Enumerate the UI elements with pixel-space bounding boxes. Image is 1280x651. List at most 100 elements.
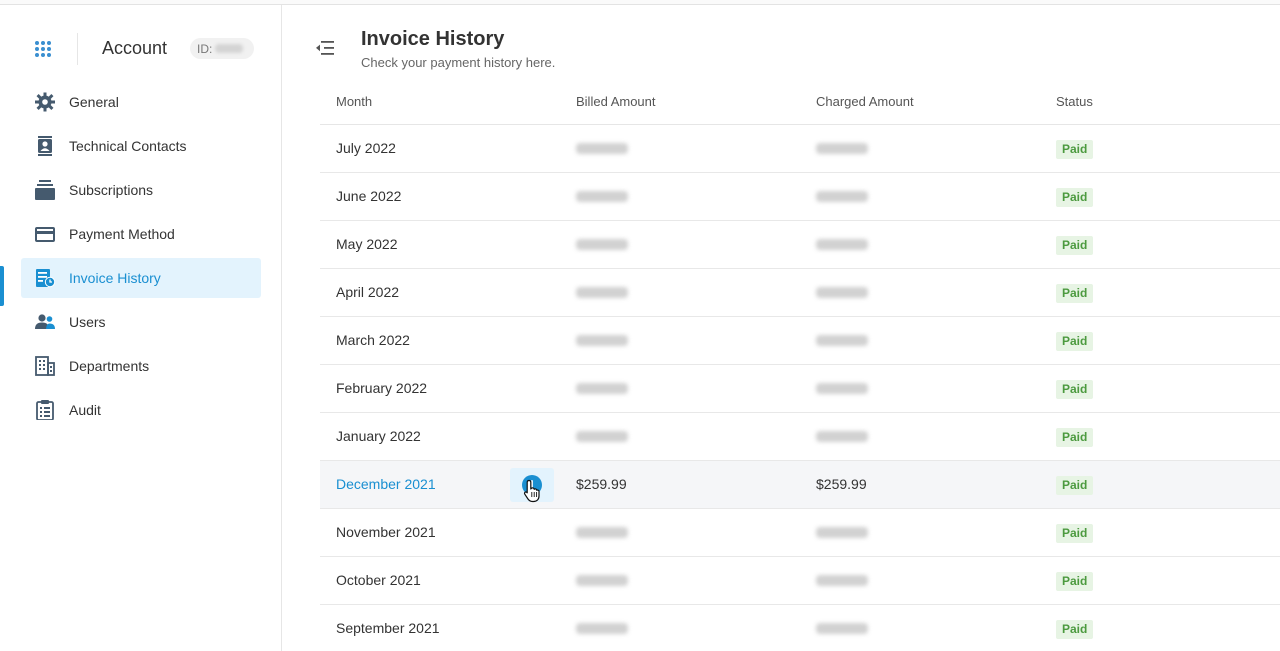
account-id-redacted <box>215 44 244 53</box>
table-row[interactable]: January 2022 Paid <box>320 413 1280 461</box>
billed-amount-cell <box>576 284 628 301</box>
account-title: Account <box>102 38 168 58</box>
redacted-value <box>576 431 628 442</box>
status-badge: Paid <box>1056 284 1094 303</box>
sidebar-item-technical-contacts[interactable]: Technical Contacts <box>21 126 261 166</box>
sidebar-header: Account ID: <box>0 25 282 71</box>
sidebar-item-subscriptions[interactable]: Subscriptions <box>21 170 261 210</box>
redacted-value <box>576 287 628 298</box>
redacted-value <box>816 623 868 634</box>
contact-card-icon <box>38 136 52 156</box>
apps-grid-icon[interactable] <box>34 40 52 58</box>
stack-icon <box>35 180 55 200</box>
table-row[interactable]: March 2022 Paid <box>320 317 1280 365</box>
status-badge: Paid <box>1056 332 1094 351</box>
table-row[interactable]: July 2022 Paid <box>320 125 1280 173</box>
column-header-billed-amount: Billed Amount <box>576 94 656 109</box>
sidebar-item-users[interactable]: Users <box>21 302 261 342</box>
column-header-month: Month <box>336 94 373 109</box>
table-row[interactable]: February 2022 Paid <box>320 365 1280 413</box>
status-badge: Paid <box>1056 572 1094 591</box>
page-subtitle: Check your payment history here. <box>361 55 556 70</box>
redacted-value <box>576 527 628 538</box>
month-cell: July 2022 <box>336 140 396 156</box>
column-header-charged-amount: Charged Amount <box>816 94 914 109</box>
sidebar-item-label: Payment Method <box>69 226 175 242</box>
table-row-hovered[interactable]: December 2021 $259.99 $259.99 Paid <box>320 461 1280 509</box>
billed-amount-cell <box>576 428 628 445</box>
building-icon <box>35 356 55 376</box>
redacted-value <box>816 575 868 586</box>
redacted-value <box>576 335 628 346</box>
sidebar-item-label: Audit <box>69 402 101 418</box>
charged-amount-cell <box>816 284 868 301</box>
month-cell: September 2021 <box>336 620 440 636</box>
status-badge: Paid <box>1056 428 1094 447</box>
table-row[interactable]: September 2021 Paid <box>320 605 1280 651</box>
charged-amount-cell <box>816 524 868 541</box>
charged-amount-cell <box>816 140 868 157</box>
redacted-value <box>576 623 628 634</box>
account-id-label: ID: <box>197 41 213 56</box>
redacted-value <box>816 287 868 298</box>
redacted-value <box>816 191 868 202</box>
sidebar-item-label: Invoice History <box>69 270 161 286</box>
charged-amount-cell: $259.99 <box>816 476 867 492</box>
gear-icon <box>35 92 55 112</box>
sidebar-item-invoice-history[interactable]: Invoice History <box>21 258 261 298</box>
sidebar: Account ID: General Technical Contacts S… <box>0 5 282 651</box>
sidebar-item-general[interactable]: General <box>21 82 261 122</box>
redacted-value <box>816 239 868 250</box>
sidebar-nav: General Technical Contacts Subscriptions <box>0 82 282 434</box>
billed-amount-cell <box>576 620 628 637</box>
collapse-sidebar-icon[interactable] <box>315 40 335 56</box>
redacted-value <box>576 143 628 154</box>
table-row[interactable]: October 2021 Paid <box>320 557 1280 605</box>
billed-amount-cell <box>576 572 628 589</box>
redacted-value <box>576 239 628 250</box>
status-badge: Paid <box>1056 524 1094 543</box>
charged-amount-cell <box>816 572 868 589</box>
sidebar-item-payment-method[interactable]: Payment Method <box>21 214 261 254</box>
hand-pointer-cursor <box>523 479 540 503</box>
sidebar-item-label: Subscriptions <box>69 182 154 198</box>
table-row[interactable]: April 2022 Paid <box>320 269 1280 317</box>
charged-amount-cell <box>816 620 868 637</box>
billed-amount-cell <box>576 236 628 253</box>
clipboard-icon <box>36 400 54 420</box>
table-row[interactable]: June 2022 Paid <box>320 173 1280 221</box>
month-cell: June 2022 <box>336 188 402 204</box>
month-cell: May 2022 <box>336 236 398 252</box>
charged-amount-cell <box>816 428 868 445</box>
month-cell: October 2021 <box>336 572 421 588</box>
sidebar-item-label: Users <box>69 314 106 330</box>
sidebar-item-label: General <box>69 94 119 110</box>
sidebar-item-label: Technical Contacts <box>69 138 187 154</box>
page-title: Invoice History <box>361 28 505 50</box>
billed-amount-cell <box>576 188 628 205</box>
status-badge: Paid <box>1056 236 1094 255</box>
sidebar-item-departments[interactable]: Departments <box>21 346 261 386</box>
month-cell: April 2022 <box>336 284 400 300</box>
redacted-value <box>816 335 868 346</box>
sidebar-item-audit[interactable]: Audit <box>21 390 261 430</box>
table-row[interactable]: November 2021 Paid <box>320 509 1280 557</box>
billed-amount-cell <box>576 140 628 157</box>
month-cell: March 2022 <box>336 332 410 348</box>
account-id-chip: ID: <box>190 38 254 59</box>
invoice-table: Month Billed Amount Charged Amount Statu… <box>320 85 1280 651</box>
redacted-value <box>816 527 868 538</box>
redacted-value <box>576 191 628 202</box>
users-icon <box>35 314 55 329</box>
credit-card-icon <box>35 227 55 242</box>
status-badge: Paid <box>1056 620 1094 639</box>
redacted-value <box>816 431 868 442</box>
month-cell: February 2022 <box>336 380 428 396</box>
table-row[interactable]: May 2022 Paid <box>320 221 1280 269</box>
redacted-value <box>816 143 868 154</box>
main-content: Invoice History Check your payment histo… <box>283 5 1280 651</box>
charged-amount-cell <box>816 236 868 253</box>
billed-amount-cell: $259.99 <box>576 476 627 492</box>
charged-amount-cell <box>816 332 868 349</box>
redacted-value <box>816 383 868 394</box>
